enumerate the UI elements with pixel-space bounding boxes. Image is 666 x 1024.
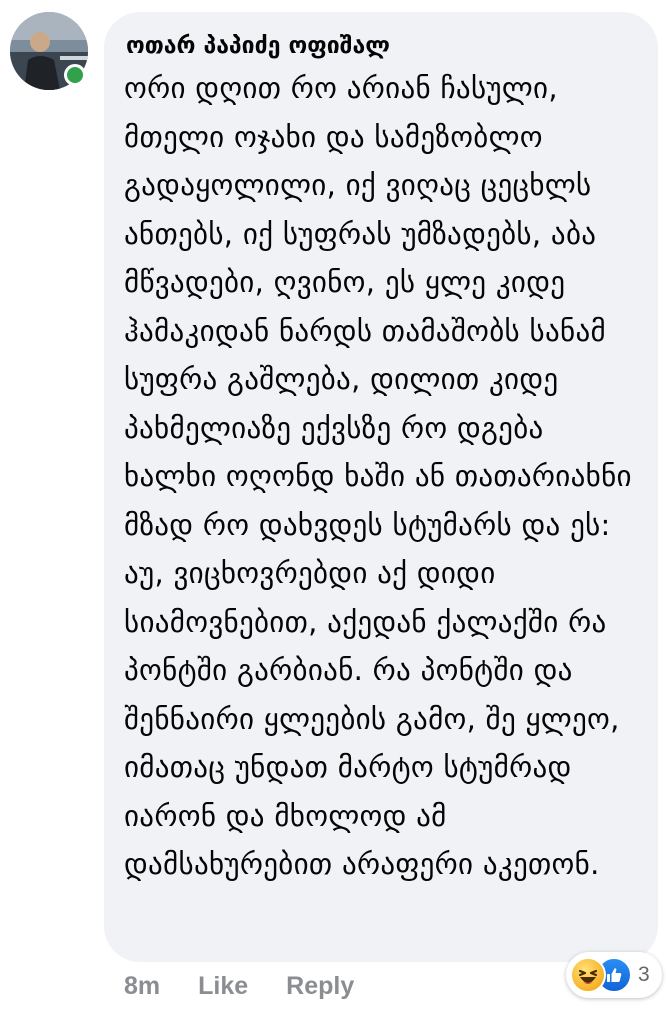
comment-actions: 8m Like Reply (124, 966, 354, 1006)
comment-timestamp[interactable]: 8m (124, 972, 160, 1001)
reply-button[interactable]: Reply (286, 972, 354, 1001)
online-status-indicator (64, 64, 86, 86)
like-button[interactable]: Like (198, 972, 248, 1001)
comment-author-name[interactable]: ოთარ პაპიძე ოფიშალ (126, 30, 636, 62)
comment-bubble: ოთარ პაპიძე ოფიშალ ორი დღით რო არიან ჩას… (104, 12, 658, 962)
reaction-summary[interactable]: 3 (566, 952, 662, 998)
reaction-count: 3 (638, 963, 650, 986)
comment-text: ორი დღით რო არიან ჩასული, მთელი ოჯახი და… (124, 71, 632, 881)
haha-icon (570, 957, 606, 993)
